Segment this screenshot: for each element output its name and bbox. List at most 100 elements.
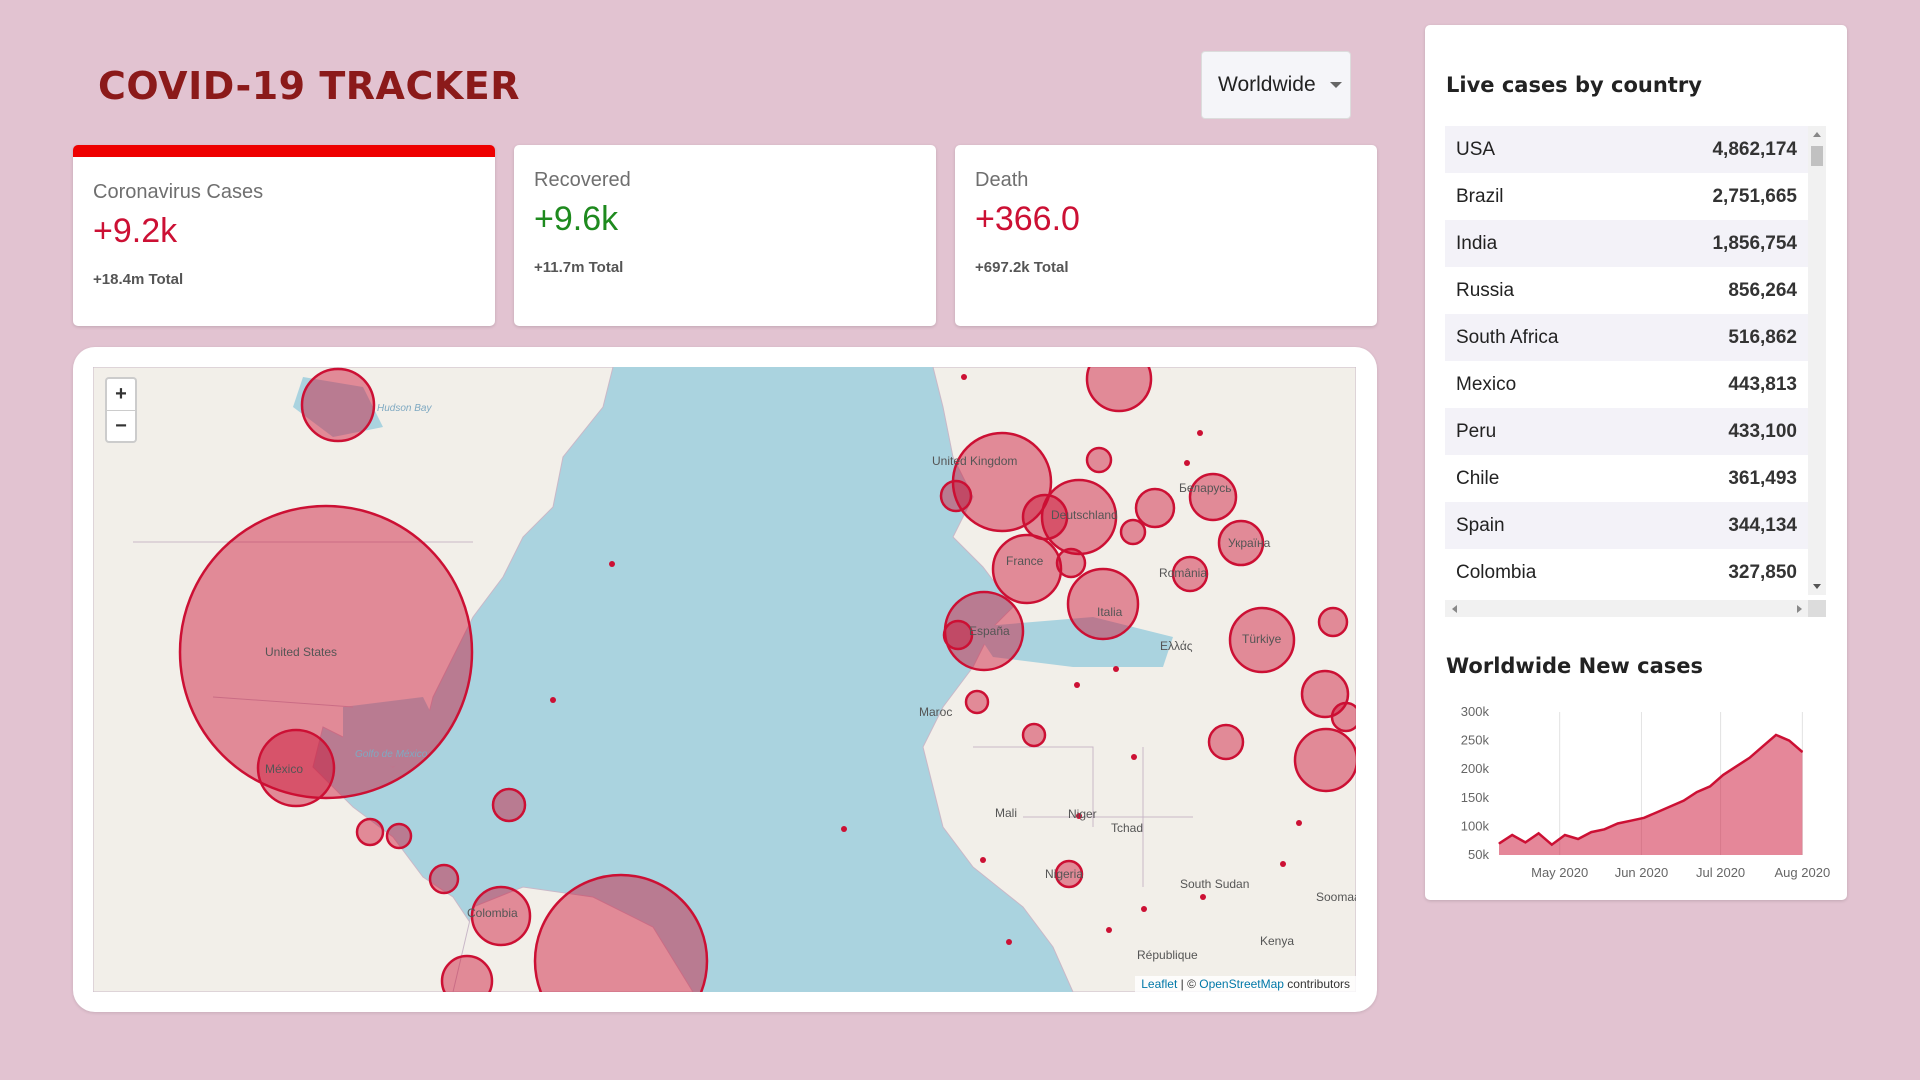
country-name: Mexico [1456, 373, 1517, 395]
map-label-maroc: Maroc [919, 705, 952, 719]
data-point [1590, 831, 1592, 833]
table-row: Colombia 327,850 [1445, 549, 1808, 596]
data-point [1788, 740, 1790, 742]
table-row: Chile 361,493 [1445, 455, 1808, 502]
zoom-out-button[interactable]: − [107, 410, 135, 441]
dot-6 [1184, 460, 1190, 466]
scroll-right-icon[interactable] [1797, 605, 1802, 613]
circle-saudi[interactable] [1317, 606, 1349, 638]
stat-card-recovered[interactable]: Recovered +9.6k +11.7m Total [514, 145, 936, 326]
map-label-belarus: Беларусь [1179, 481, 1231, 495]
circle-algeria[interactable] [1021, 722, 1047, 748]
dot-17 [1074, 682, 1080, 688]
horizontal-scrollbar[interactable] [1445, 600, 1826, 617]
stat-label: Coronavirus Cases [93, 181, 264, 203]
scroll-left-icon[interactable] [1452, 605, 1457, 613]
dot-3 [841, 826, 847, 832]
data-point [1656, 811, 1658, 813]
dot-9 [1141, 906, 1147, 912]
region-select[interactable]: Worldwide [1201, 51, 1351, 119]
map-label-germany: Deutschland [1051, 508, 1118, 522]
table-row: India 1,856,754 [1445, 220, 1808, 267]
dot-2 [550, 697, 556, 703]
country-name: Peru [1456, 420, 1497, 442]
country-name: Colombia [1456, 561, 1537, 583]
map-label-greece: Ελλάς [1160, 639, 1193, 653]
circle-morocco[interactable] [964, 689, 990, 715]
stat-card-deaths[interactable]: Death +366.0 +697.2k Total [955, 145, 1377, 326]
circle-guatemala[interactable] [355, 817, 385, 847]
circle-denmark[interactable] [1085, 446, 1113, 474]
data-point [1735, 765, 1737, 767]
dot-4 [961, 374, 967, 380]
world-map[interactable]: United States México United Kingdom Fran… [93, 367, 1356, 992]
scrollbar-corner [1808, 600, 1826, 617]
dot-8 [1006, 939, 1012, 945]
country-cases: 1,856,754 [1712, 232, 1797, 254]
data-point [1696, 791, 1698, 793]
circle-france[interactable] [991, 533, 1063, 605]
leaflet-link[interactable]: Leaflet [1141, 977, 1177, 991]
circle-dominican[interactable] [491, 787, 527, 823]
circle-ireland[interactable] [939, 479, 973, 513]
data-point [1709, 785, 1711, 787]
circle-swiss[interactable] [1055, 547, 1087, 579]
live-cases-title: Live cases by country [1446, 73, 1702, 97]
country-cases: 327,850 [1728, 561, 1797, 583]
dot-11 [1280, 861, 1286, 867]
x-tick-label: May 2020 [1531, 865, 1588, 880]
country-cases: 361,493 [1728, 467, 1797, 489]
map-layer: United States México United Kingdom Fran… [93, 367, 1356, 992]
map-label-italy: Italia [1097, 605, 1123, 619]
circle-italy[interactable] [1066, 567, 1140, 641]
map-label-mexico: México [265, 762, 303, 776]
country-cases: 856,264 [1728, 279, 1797, 301]
map-label-nigeria: Nigeria [1045, 867, 1083, 881]
y-tick-label: 300k [1461, 704, 1490, 719]
dot-16 [1113, 666, 1119, 672]
country-table[interactable]: USA 4,862,174 Brazil 2,751,665 India 1,856,… [1445, 126, 1808, 596]
circle-egypt[interactable] [1207, 723, 1245, 761]
data-point [1577, 838, 1579, 840]
stat-card-cases[interactable]: Coronavirus Cases +9.2k +18.4m Total [73, 145, 495, 326]
stat-total: +18.4m Total [93, 271, 184, 288]
table-row: Mexico 443,813 [1445, 361, 1808, 408]
map-card: United States México United Kingdom Fran… [73, 347, 1377, 1012]
map-label-usa: United States [265, 645, 337, 659]
data-point [1669, 805, 1671, 807]
vertical-scrollbar[interactable] [1808, 126, 1826, 595]
dot-10 [1200, 894, 1206, 900]
circle-poland[interactable] [1119, 518, 1147, 546]
table-row: South Africa 516,862 [1445, 314, 1808, 361]
data-point [1749, 757, 1751, 759]
new-cases-title: Worldwide New cases [1446, 654, 1704, 678]
country-cases: 2,751,665 [1712, 185, 1797, 207]
data-point [1498, 843, 1500, 845]
y-tick-label: 200k [1461, 761, 1490, 776]
stat-value: +9.6k [534, 200, 619, 238]
map-label-spain: España [969, 624, 1010, 638]
circle-belarus[interactable] [1134, 487, 1176, 529]
circle-canada[interactable] [300, 367, 376, 443]
circle-honduras[interactable] [385, 822, 413, 850]
scroll-down-icon[interactable] [1813, 584, 1821, 589]
country-name: USA [1456, 138, 1496, 160]
scroll-up-icon[interactable] [1813, 132, 1821, 137]
data-point [1630, 820, 1632, 822]
circle-panama[interactable] [428, 863, 460, 895]
scrollbar-thumb[interactable] [1811, 146, 1823, 166]
country-cases: 443,813 [1728, 373, 1797, 395]
osm-link[interactable]: OpenStreetMap [1199, 977, 1284, 991]
chevron-down-icon [1329, 82, 1342, 88]
circle-kazakhstan[interactable] [1330, 701, 1356, 733]
stat-total: +697.2k Total [975, 259, 1069, 276]
y-tick-label: 250k [1461, 733, 1490, 748]
y-tick-label: 50k [1468, 847, 1489, 862]
circle-portugal[interactable] [942, 619, 974, 651]
circle-iran[interactable] [1293, 727, 1356, 793]
zoom-in-button[interactable]: + [107, 379, 135, 410]
table-row: Brazil 2,751,665 [1445, 173, 1808, 220]
x-tick-label: Jun 2020 [1615, 865, 1669, 880]
map-label-niger: Niger [1068, 807, 1097, 821]
data-point [1801, 751, 1803, 753]
